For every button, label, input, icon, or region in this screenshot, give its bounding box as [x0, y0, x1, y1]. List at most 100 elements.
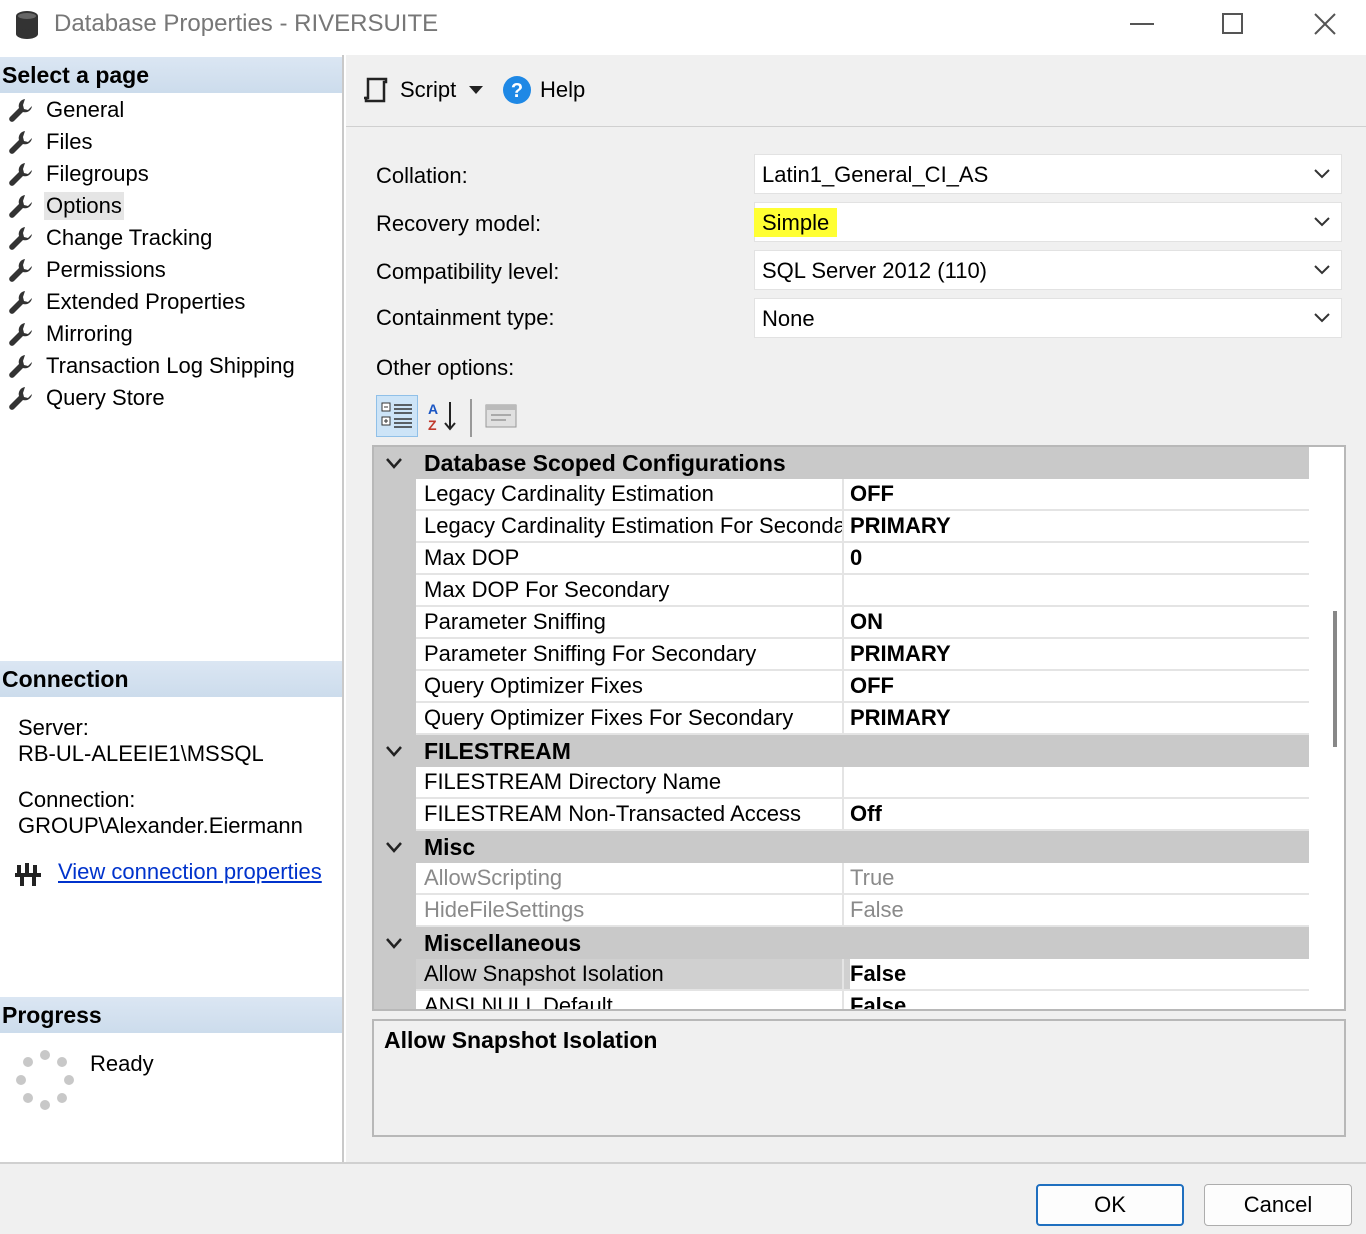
connection-plug-icon — [15, 863, 41, 886]
property-pages-button[interactable] — [480, 395, 522, 437]
page-item-query-store[interactable]: Query Store — [8, 383, 167, 413]
page-item-label: Options — [44, 192, 124, 220]
scrollbar-thumb[interactable] — [1333, 611, 1337, 747]
property-name: Query Optimizer Fixes For Secondary — [424, 705, 794, 730]
connection-value: GROUP\Alexander.Eiermann — [18, 813, 303, 838]
column-divider — [842, 479, 844, 509]
chevron-down-icon — [386, 458, 402, 469]
property-name: FILESTREAM Directory Name — [424, 769, 722, 794]
progress-status: Ready — [90, 1051, 154, 1076]
wrench-icon — [9, 355, 32, 378]
ok-button[interactable]: OK — [1036, 1184, 1184, 1226]
compatibility-level-dropdown[interactable]: SQL Server 2012 (110) — [754, 250, 1342, 290]
page-item-general[interactable]: General — [8, 95, 126, 125]
page-item-transaction-log-shipping[interactable]: Transaction Log Shipping — [8, 351, 297, 381]
containment-type-dropdown[interactable]: None — [754, 298, 1342, 338]
property-row[interactable]: Query Optimizer Fixes For Secondary PRIM… — [416, 703, 1309, 735]
column-divider — [842, 799, 844, 829]
close-icon — [1314, 13, 1336, 35]
property-name: Parameter Sniffing — [424, 609, 606, 634]
property-value: OFF — [850, 673, 894, 698]
property-row-readonly[interactable]: HideFileSettings False — [416, 895, 1309, 927]
category-misc[interactable]: Misc — [374, 831, 1309, 863]
script-label: Script — [400, 77, 457, 102]
category-miscellaneous[interactable]: Miscellaneous — [374, 927, 1309, 959]
property-row-readonly[interactable]: AllowScripting True — [416, 863, 1309, 895]
recovery-model-label: Recovery model: — [376, 211, 542, 236]
connection-label: Connection: — [18, 787, 136, 812]
property-grid: Database Scoped Configurations Legacy Ca… — [372, 445, 1346, 1011]
window-title: Database Properties - RIVERSUITE — [54, 10, 439, 37]
wrench-icon — [9, 163, 32, 186]
property-row[interactable]: FILESTREAM Directory Name — [416, 767, 1309, 799]
page-item-extended-properties[interactable]: Extended Properties — [8, 287, 247, 317]
compatibility-level-value: SQL Server 2012 (110) — [762, 258, 988, 283]
chevron-down-icon — [1314, 265, 1330, 275]
column-divider — [842, 703, 844, 733]
page-item-change-tracking[interactable]: Change Tracking — [8, 223, 214, 253]
maximize-icon — [1222, 13, 1243, 34]
compatibility-level-label: Compatibility level: — [376, 259, 560, 284]
help-button[interactable]: ? Help — [502, 73, 585, 107]
chevron-down-icon — [1314, 169, 1330, 179]
wrench-icon — [9, 99, 32, 122]
page-item-label: Query Store — [46, 385, 165, 410]
page-item-label: Permissions — [46, 257, 166, 282]
property-row[interactable]: Max DOP 0 — [416, 543, 1309, 575]
page-item-options[interactable]: Options — [8, 191, 124, 221]
property-row-selected[interactable]: Allow Snapshot Isolation False — [416, 959, 1309, 991]
maximize-button[interactable] — [1203, 4, 1263, 44]
wrench-icon — [9, 259, 32, 282]
property-row[interactable]: ANSI NULL Default False — [416, 991, 1309, 1011]
minimize-button[interactable] — [1112, 4, 1172, 44]
property-name: Legacy Cardinality Estimation — [424, 481, 714, 506]
property-row[interactable]: Parameter Sniffing For Secondary PRIMARY — [416, 639, 1309, 671]
property-description-panel: Allow Snapshot Isolation — [372, 1019, 1346, 1137]
right-panel: Script ? Help Collation: Latin1_General_… — [346, 55, 1366, 1162]
column-divider — [842, 575, 844, 605]
property-value: False — [850, 959, 1309, 989]
cancel-button[interactable]: Cancel — [1204, 1184, 1352, 1226]
property-row[interactable]: Query Optimizer Fixes OFF — [416, 671, 1309, 703]
categorized-icon — [381, 402, 412, 428]
grid-scrollbar[interactable] — [1325, 447, 1344, 1009]
wrench-icon — [9, 195, 32, 218]
property-name: Max DOP — [424, 545, 520, 570]
property-row[interactable]: Parameter Sniffing ON — [416, 607, 1309, 639]
category-database-scoped-configurations[interactable]: Database Scoped Configurations — [374, 447, 1309, 479]
title-bar: Database Properties - RIVERSUITE — [0, 0, 1366, 52]
close-button[interactable] — [1295, 4, 1355, 44]
recovery-model-dropdown[interactable]: Simple — [754, 202, 1342, 242]
property-value: False — [850, 897, 904, 922]
script-button[interactable]: Script — [362, 73, 456, 107]
property-value: PRIMARY — [850, 513, 951, 538]
page-item-files[interactable]: Files — [8, 127, 94, 157]
page-item-mirroring[interactable]: Mirroring — [8, 319, 135, 349]
progress-header: Progress — [0, 997, 342, 1033]
collation-dropdown[interactable]: Latin1_General_CI_AS — [754, 154, 1342, 194]
property-row[interactable]: Legacy Cardinality Estimation OFF — [416, 479, 1309, 511]
category-filestream[interactable]: FILESTREAM — [374, 735, 1309, 767]
property-name: Query Optimizer Fixes — [424, 673, 643, 698]
property-row[interactable]: FILESTREAM Non-Transacted Access Off — [416, 799, 1309, 831]
page-item-label: Extended Properties — [46, 289, 246, 314]
wrench-icon — [9, 131, 32, 154]
property-row[interactable]: Legacy Cardinality Estimation For Second… — [416, 511, 1309, 543]
alphabetical-sort-button[interactable]: A Z — [422, 395, 464, 437]
other-options-label: Other options: — [376, 355, 515, 380]
view-connection-properties-link[interactable]: View connection properties — [58, 859, 322, 885]
page-item-filegroups[interactable]: Filegroups — [8, 159, 151, 189]
property-name: Parameter Sniffing For Secondary — [424, 641, 757, 666]
categorized-view-button[interactable] — [376, 395, 418, 437]
script-dropdown-button[interactable] — [468, 73, 484, 107]
property-value: True — [850, 865, 895, 890]
minimize-icon — [1130, 23, 1154, 25]
page-item-label: Transaction Log Shipping — [46, 353, 295, 378]
select-page-header: Select a page — [0, 57, 342, 93]
page-item-permissions[interactable]: Permissions — [8, 255, 168, 285]
caret-down-icon — [469, 86, 483, 94]
property-value: Off — [850, 801, 882, 826]
property-row[interactable]: Max DOP For Secondary — [416, 575, 1309, 607]
property-name: ANSI NULL Default — [424, 993, 613, 1011]
property-name: Max DOP For Secondary — [424, 577, 670, 602]
